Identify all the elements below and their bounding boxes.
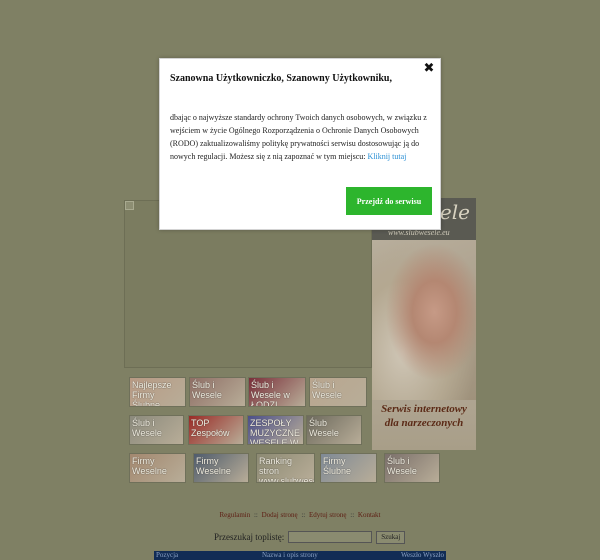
- partner-banner[interactable]: Ślub i Wesele: [309, 377, 367, 407]
- partner-banner[interactable]: Firmy Weselne: [129, 453, 186, 483]
- partner-banner-label: Ślub Wesele: [309, 418, 339, 438]
- couple-photo: [372, 240, 476, 400]
- partner-banner[interactable]: TOP Zespołów: [188, 415, 244, 445]
- col-in-out: Weszło Wyszło: [400, 551, 444, 559]
- partner-banner-label: Ślub i Wesele: [387, 456, 417, 476]
- partner-banner-label: Firmy Weselne: [132, 456, 167, 476]
- caption-line-2: dla narzeczonych: [384, 417, 464, 429]
- partner-banner-label: ZESPOŁY MUZYCZNE WESELE W ŁODZI: [250, 418, 300, 445]
- search-input[interactable]: [288, 531, 373, 543]
- col-position: Pozycja: [156, 551, 179, 559]
- partner-banner[interactable]: Firmy Weselne: [193, 453, 249, 483]
- side-banner-caption: Serwis internetowy dla narzeczonych: [372, 402, 476, 430]
- partner-banner-label: Ranking stron www.slubwesele.com: [259, 456, 314, 483]
- modal-title: Szanowna Użytkowniczko, Szanowny Użytkow…: [170, 73, 392, 84]
- side-banner-slubwesele[interactable]: Wesele www.slubwesele.eu Serwis internet…: [372, 198, 476, 450]
- partner-banner[interactable]: Ślub i Wesele: [384, 453, 440, 483]
- footer-link-edit-site[interactable]: Edytuj stronę: [309, 511, 347, 519]
- partner-banner-label: Firmy Ślubne: [323, 456, 352, 476]
- footer-separator: ::: [301, 511, 306, 519]
- partner-banner[interactable]: Najlepsze Firmy Ślubne: [129, 377, 186, 407]
- partner-banner[interactable]: Ślub Wesele: [306, 415, 362, 445]
- partner-banner[interactable]: Ślub i Wesele w ŁODZI: [248, 377, 306, 407]
- col-name: Nazwa i opis strony: [262, 551, 318, 559]
- partner-banner-label: Ślub i Wesele: [312, 380, 342, 400]
- footer-link-add-site[interactable]: Dodaj stronę: [262, 511, 298, 519]
- footer-link-contact[interactable]: Kontakt: [358, 511, 381, 519]
- partner-banner-label: Najlepsze Firmy Ślubne: [132, 380, 172, 407]
- search-button[interactable]: Szukaj: [376, 530, 406, 544]
- footer-link-regulamin[interactable]: Regulamin: [220, 511, 251, 519]
- privacy-policy-link[interactable]: Kliknij tutaj: [367, 152, 406, 161]
- partner-banner-label: Firmy Weselne: [196, 456, 231, 476]
- close-icon[interactable]: ✖: [422, 61, 436, 77]
- ranking-table-header: Pozycja Nazwa i opis strony Weszło Wyszł…: [154, 551, 446, 560]
- go-to-site-button[interactable]: Przejdź do serwisu: [346, 187, 432, 215]
- footer-separator: ::: [253, 511, 258, 519]
- footer-links: Regulamin :: Dodaj stronę :: Edytuj stro…: [0, 511, 600, 519]
- partner-banner-label: TOP Zespołów: [191, 418, 230, 438]
- partner-banner-label: Ślub i Wesele: [192, 380, 222, 400]
- partner-banner[interactable]: Ranking stron www.slubwesele.com: [256, 453, 315, 483]
- partner-banner[interactable]: Ślub i Wesele: [129, 415, 184, 445]
- privacy-modal: Szanowna Użytkowniczko, Szanowny Użytkow…: [159, 58, 441, 230]
- partner-banner[interactable]: Ślub i Wesele: [189, 377, 246, 407]
- partner-banner-label: Ślub i Wesele: [132, 418, 162, 438]
- partner-banner-label: Ślub i Wesele w ŁODZI: [251, 380, 290, 407]
- partner-banner[interactable]: ZESPOŁY MUZYCZNE WESELE W ŁODZI: [247, 415, 304, 445]
- caption-line-1: Serwis internetowy: [381, 403, 467, 415]
- broken-image-icon: [125, 201, 134, 210]
- partner-banner[interactable]: Firmy Ślubne: [320, 453, 377, 483]
- modal-body: dbając o najwyższe standardy ochrony Two…: [170, 111, 434, 163]
- search-row: Przeszukaj toplistę: Szukaj: [214, 530, 406, 544]
- footer-separator: ::: [350, 511, 355, 519]
- search-label: Przeszukaj toplistę:: [214, 532, 285, 542]
